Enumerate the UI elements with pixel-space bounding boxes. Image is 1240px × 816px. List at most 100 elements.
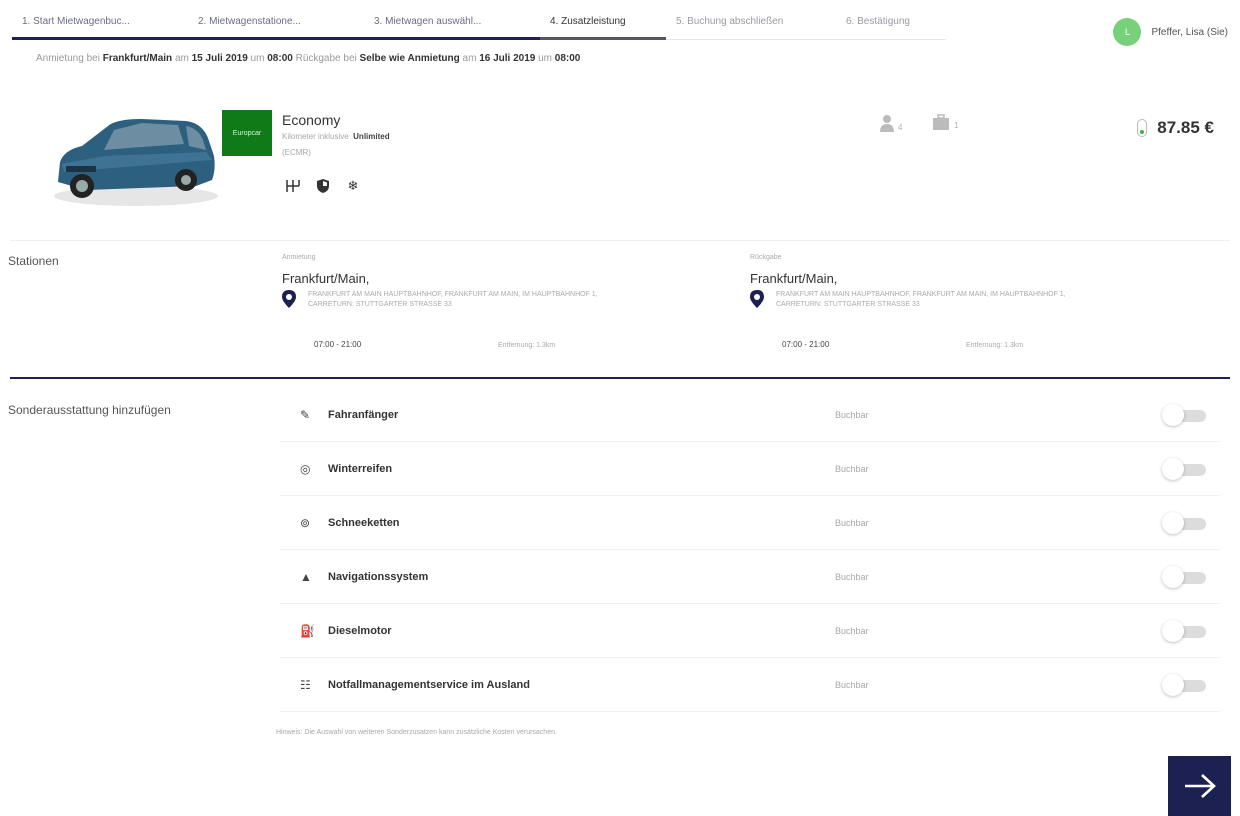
user-name[interactable]: Pfeffer, Lisa (Sie) (1151, 27, 1228, 38)
vehicle-features: ❄ (283, 176, 363, 196)
section-divider (10, 377, 1230, 379)
location-pin-icon (1137, 119, 1148, 137)
pickup-address: FRANKFURT AM MAIN HAUPTBAHNHOF, FRANKFUR… (308, 291, 598, 308)
extra-row-emergency-service: ☷ Notfallmanagementservice im Ausland Bu… (280, 658, 1220, 712)
luggage-count: 1 (954, 121, 959, 130)
return-label: Rückgabe (750, 254, 782, 261)
extra-toggle[interactable] (1162, 403, 1208, 426)
return-place: Selbe wie Anmietung (359, 53, 460, 64)
return-time: 08:00 (554, 53, 581, 64)
extra-status: Buchbar (835, 517, 869, 528)
mileage-label: Kilometer inklusive (282, 132, 349, 141)
emergency-service-icon: ☷ (300, 677, 311, 692)
extra-row-snow-chains: ⊚ Schneeketten Buchbar (280, 496, 1220, 550)
extra-status: Buchbar (835, 571, 869, 582)
return-station: Rückgabe Frankfurt/Main, FRANKFURT AM MA… (750, 254, 1070, 349)
extra-name: Fahranfänger (328, 408, 399, 421)
navigation-icon: ▲ (300, 569, 312, 584)
progress-stepper: 1. Start Mietwagenbuc... 2. Mietwagensta… (12, 10, 946, 40)
extra-row-diesel: ⛽ Dieselmotor Buchbar (280, 604, 1220, 658)
person-icon (880, 115, 894, 132)
extra-toggle[interactable] (1162, 619, 1208, 642)
summary-text: um (535, 53, 555, 64)
pickup-time: 08:00 (267, 53, 293, 64)
extras-title: Sonderausstattung hinzufügen (8, 403, 171, 417)
vehicle-code: (ECMR) (282, 148, 311, 157)
passenger-count: 4 (898, 123, 903, 132)
step-booking: 5. Buchung abschließen (666, 10, 836, 40)
step-start[interactable]: 1. Start Mietwagenbuc... (12, 10, 188, 40)
toggle-knob[interactable] (1162, 403, 1184, 426)
stations-title: Stationen (8, 254, 59, 268)
user-menu[interactable]: L Pfeffer, Lisa (Sie) (1113, 18, 1228, 46)
gearbox-icon (283, 176, 303, 196)
step-stations[interactable]: 2. Mietwagenstatione... (188, 10, 364, 40)
return-distance: Entfernung: 1.3km (966, 342, 1024, 349)
pickup-distance: Entfernung: 1.3km (498, 342, 556, 349)
extra-toggle[interactable] (1162, 673, 1208, 696)
pickup-city: Frankfurt/Main (102, 53, 173, 64)
diesel-pump-icon: ⛽ (300, 623, 315, 638)
brand-logo: Europcar (222, 110, 272, 156)
pickup-city: Frankfurt/Main, (282, 271, 370, 286)
novice-driver-icon: ✎ (300, 407, 311, 422)
car-image (54, 119, 218, 206)
extra-name: Dieselmotor (328, 624, 392, 637)
mileage-info: Kilometer inklusive Unlimited (282, 132, 390, 141)
extra-toggle[interactable] (1162, 511, 1208, 534)
avatar[interactable]: L (1113, 18, 1142, 46)
pickup-date: 15 Juli 2019 (191, 53, 248, 64)
arrow-right-icon (1184, 774, 1216, 798)
extra-name: Notfallmanagementservice im Ausland (328, 678, 530, 691)
price-value: 87.85 € (1157, 118, 1214, 137)
summary-text: am (172, 53, 192, 64)
pickup-label: Anmietung (282, 254, 316, 261)
booking-summary: Anmietung bei Frankfurt/Main am 15 Juli … (36, 53, 580, 64)
extras-list: ✎ Fahranfänger Buchbar ◎ Winterreifen Bu… (280, 388, 1220, 712)
price: 87.85 € (1137, 118, 1214, 138)
pickup-station: Anmietung Frankfurt/Main, FRANKFURT AM M… (282, 254, 602, 349)
extra-row-novice-driver: ✎ Fahranfänger Buchbar (280, 388, 1220, 442)
extra-status: Buchbar (835, 625, 869, 636)
suitcase-icon (933, 114, 949, 130)
step-vehicle[interactable]: 3. Mietwagen auswähl... (364, 10, 540, 40)
extra-name: Winterreifen (328, 462, 393, 475)
extra-row-winter-tires: ◎ Winterreifen Buchbar (280, 442, 1220, 496)
extra-toggle[interactable] (1162, 457, 1208, 480)
snow-chain-icon: ⊚ (300, 515, 311, 530)
passenger-capacity: 4 (880, 114, 902, 132)
extra-name: Schneeketten (328, 516, 400, 529)
air-conditioning-icon: ❄ (347, 178, 359, 193)
vehicle-category: Economy (282, 112, 341, 128)
winter-tire-icon: ◎ (300, 461, 311, 476)
toggle-knob[interactable] (1162, 457, 1184, 480)
extra-row-navigation: ▲ Navigationssystem Buchbar (280, 550, 1220, 604)
summary-text: um (247, 53, 268, 64)
map-pin-icon (750, 290, 766, 313)
extra-status: Buchbar (835, 679, 869, 690)
extra-status: Buchbar (835, 409, 869, 420)
return-city: Frankfurt/Main, (750, 271, 838, 286)
return-address: FRANKFURT AM MAIN HAUPTBAHNHOF, FRANKFUR… (776, 291, 1066, 308)
extra-status: Buchbar (835, 463, 869, 474)
toggle-knob[interactable] (1162, 511, 1184, 534)
toggle-knob[interactable] (1162, 619, 1184, 642)
step-confirmation: 6. Bestätigung (836, 10, 946, 40)
pickup-hours: 07:00 - 21:00 (314, 340, 362, 349)
toggle-knob[interactable] (1162, 673, 1184, 696)
next-button[interactable] (1168, 756, 1231, 816)
luggage-capacity: 1 (932, 114, 958, 130)
map-pin-icon (282, 290, 298, 313)
extra-toggle[interactable] (1162, 565, 1208, 588)
return-hours: 07:00 - 21:00 (782, 340, 830, 349)
mileage-value: Unlimited (353, 132, 390, 141)
summary-text: am (459, 53, 480, 64)
extra-name: Navigationssystem (328, 570, 429, 583)
divider (10, 240, 1230, 241)
toggle-knob[interactable] (1162, 565, 1184, 588)
step-extras[interactable]: 4. Zusatzleistung (540, 10, 666, 40)
summary-text: Rückgabe bei (292, 53, 360, 64)
summary-text: Anmietung bei (36, 53, 103, 64)
shield-icon (313, 176, 333, 196)
extras-hint: Hinweis: Die Auswahl von weiteren Sonder… (276, 729, 557, 736)
